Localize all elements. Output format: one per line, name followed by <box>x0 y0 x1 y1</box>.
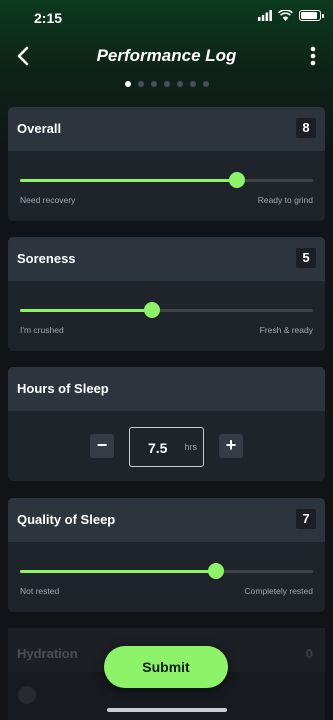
slider-thumb[interactable] <box>228 172 245 188</box>
quality-of-sleep-value-badge: 7 <box>296 509 316 529</box>
slider-thumb[interactable] <box>143 302 160 318</box>
page-dot[interactable] <box>150 81 157 87</box>
card-header: Overall 8 <box>8 107 325 151</box>
home-indicator <box>107 708 227 712</box>
hydration-indicator <box>18 686 36 704</box>
overall-high-label: Ready to grind <box>257 195 313 205</box>
overall-value-badge: 8 <box>296 118 316 138</box>
page-indicator <box>0 81 333 87</box>
quality-of-sleep-slider[interactable] <box>20 563 313 581</box>
page-dot[interactable] <box>189 81 196 87</box>
hydration-title: Hydration <box>17 646 78 661</box>
page-dot[interactable] <box>202 81 209 87</box>
soreness-title: Soreness <box>17 251 76 266</box>
card-header: Quality of Sleep 7 <box>8 498 325 542</box>
quality-of-sleep-low-label: Not rested <box>20 586 60 596</box>
status-time: 2:15 <box>34 10 63 26</box>
card-header: Soreness 5 <box>8 237 325 281</box>
page-dot-active[interactable] <box>124 81 131 87</box>
soreness-value-badge: 5 <box>296 248 316 268</box>
hydration-value-badge: 0 <box>305 646 313 661</box>
overall-low-label: Need recovery <box>20 195 76 205</box>
overall-slider[interactable] <box>20 172 313 190</box>
slider-fill <box>20 309 152 312</box>
header: Performance Log <box>0 38 333 74</box>
slider-fill <box>20 179 237 182</box>
soreness-slider-labels: I'm crushed Fresh & ready <box>20 325 313 337</box>
wifi-icon <box>278 10 293 21</box>
page-dot[interactable] <box>176 81 183 87</box>
page-title: Performance Log <box>96 46 237 65</box>
hours-of-sleep-card: Hours of Sleep − 7.5 hrs + <box>8 367 325 481</box>
card-header: Hours of Sleep <box>8 367 325 411</box>
increment-sleep-button[interactable]: + <box>219 434 243 458</box>
sleep-hours-input[interactable]: 7.5 hrs <box>129 427 204 467</box>
status-icons <box>258 10 324 21</box>
battery-icon <box>299 10 324 21</box>
slider-fill <box>20 570 217 573</box>
status-bar: 2:15 <box>0 0 333 36</box>
quality-of-sleep-title: Quality of Sleep <box>17 512 116 527</box>
slider-thumb[interactable] <box>208 563 225 579</box>
quality-of-sleep-slider-labels: Not rested Completely rested <box>20 586 313 598</box>
overall-card: Overall 8 Need recovery Ready to grind <box>8 107 325 221</box>
quality-of-sleep-card: Quality of Sleep 7 Not rested Completely… <box>8 498 325 612</box>
soreness-card: Soreness 5 I'm crushed Fresh & ready <box>8 237 325 351</box>
quality-of-sleep-high-label: Completely rested <box>244 586 313 596</box>
hours-of-sleep-title: Hours of Sleep <box>17 381 109 396</box>
overall-title: Overall <box>17 121 62 136</box>
submit-button[interactable]: Submit <box>104 646 228 688</box>
overall-slider-labels: Need recovery Ready to grind <box>20 195 313 207</box>
signal-icon <box>258 10 272 21</box>
more-vertical-icon[interactable] <box>303 44 323 68</box>
decrement-sleep-button[interactable]: − <box>90 434 114 458</box>
sleep-hours-value: 7.5 <box>148 440 168 456</box>
page-dot[interactable] <box>137 81 144 87</box>
sleep-hours-unit: hrs <box>184 442 197 452</box>
page-dot[interactable] <box>163 81 170 87</box>
soreness-low-label: I'm crushed <box>20 325 64 335</box>
soreness-slider[interactable] <box>20 302 313 320</box>
soreness-high-label: Fresh & ready <box>259 325 313 335</box>
